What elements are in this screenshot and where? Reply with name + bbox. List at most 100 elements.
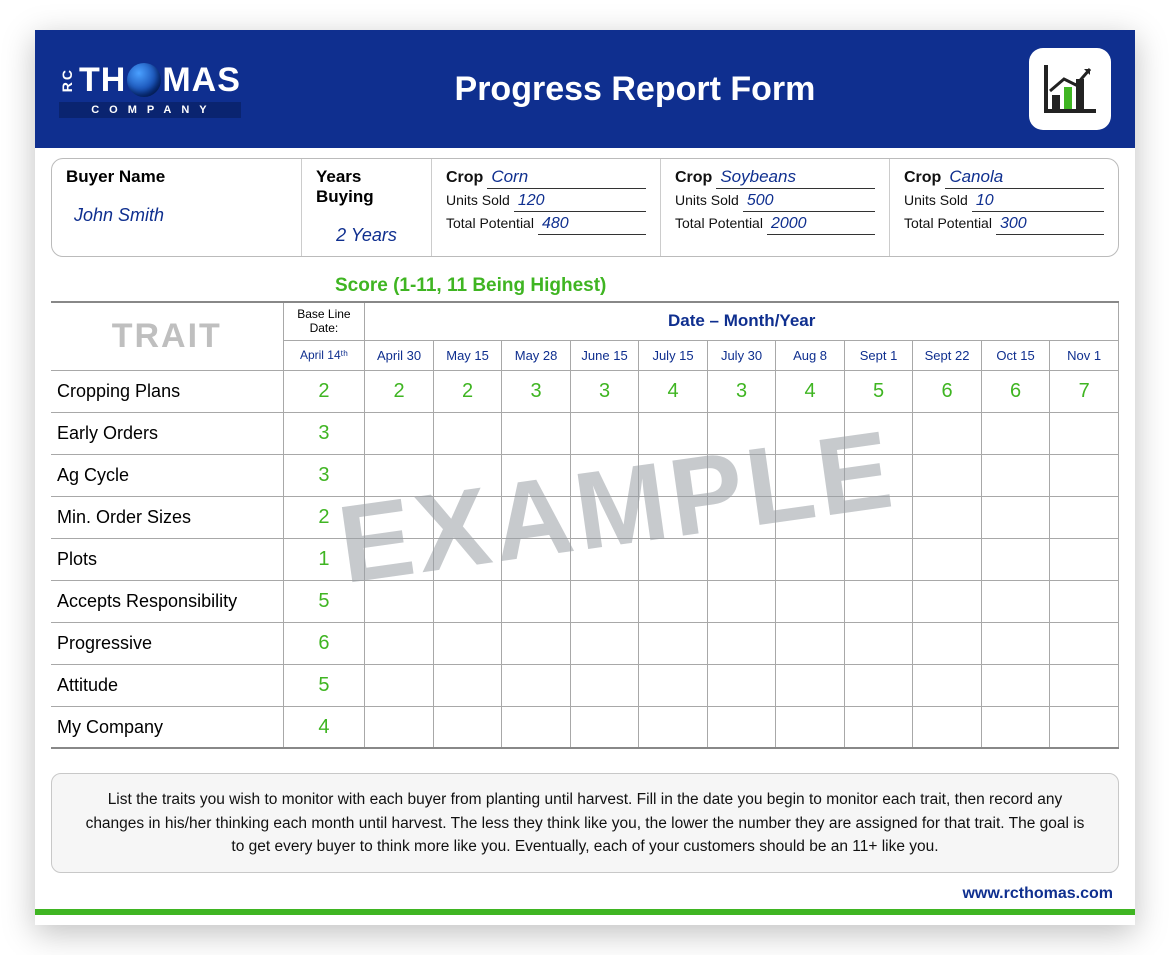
units-sold-value[interactable]: 10 (972, 192, 1104, 212)
score-cell[interactable] (844, 706, 913, 748)
score-cell[interactable]: 6 (913, 370, 982, 412)
score-cell[interactable]: 7 (1050, 370, 1119, 412)
score-cell[interactable] (913, 538, 982, 580)
score-cell[interactable] (365, 412, 434, 454)
score-cell[interactable] (707, 664, 776, 706)
baseline-score-cell[interactable]: 3 (283, 412, 365, 454)
score-cell[interactable] (433, 664, 502, 706)
score-cell[interactable] (365, 538, 434, 580)
score-cell[interactable] (776, 580, 845, 622)
score-cell[interactable] (639, 412, 708, 454)
score-cell[interactable] (844, 622, 913, 664)
score-cell[interactable]: 2 (365, 370, 434, 412)
score-cell[interactable] (844, 538, 913, 580)
score-cell[interactable] (570, 496, 639, 538)
score-cell[interactable] (707, 706, 776, 748)
score-cell[interactable] (844, 496, 913, 538)
score-cell[interactable] (570, 664, 639, 706)
score-cell[interactable] (707, 412, 776, 454)
score-cell[interactable] (1050, 580, 1119, 622)
score-cell[interactable] (502, 496, 571, 538)
score-cell[interactable] (913, 580, 982, 622)
score-cell[interactable] (844, 580, 913, 622)
score-cell[interactable] (981, 412, 1050, 454)
score-cell[interactable] (570, 412, 639, 454)
crop-value[interactable]: Canola (945, 167, 1104, 189)
score-cell[interactable] (844, 454, 913, 496)
score-cell[interactable] (776, 454, 845, 496)
score-cell[interactable]: 4 (776, 370, 845, 412)
baseline-score-cell[interactable]: 5 (283, 580, 365, 622)
score-cell[interactable]: 6 (981, 370, 1050, 412)
baseline-score-cell[interactable]: 6 (283, 622, 365, 664)
score-cell[interactable] (433, 538, 502, 580)
score-cell[interactable] (502, 538, 571, 580)
score-cell[interactable] (913, 664, 982, 706)
score-cell[interactable] (433, 706, 502, 748)
score-cell[interactable] (981, 496, 1050, 538)
crop-value[interactable]: Corn (487, 167, 646, 189)
score-cell[interactable]: 2 (433, 370, 502, 412)
score-cell[interactable] (776, 538, 845, 580)
score-cell[interactable] (776, 706, 845, 748)
score-cell[interactable] (981, 664, 1050, 706)
score-cell[interactable] (981, 538, 1050, 580)
score-cell[interactable] (502, 412, 571, 454)
baseline-score-cell[interactable]: 1 (283, 538, 365, 580)
score-cell[interactable] (433, 412, 502, 454)
score-cell[interactable] (639, 580, 708, 622)
score-cell[interactable] (1050, 412, 1119, 454)
score-cell[interactable] (639, 538, 708, 580)
baseline-score-cell[interactable]: 3 (283, 454, 365, 496)
score-cell[interactable] (707, 580, 776, 622)
score-cell[interactable] (365, 622, 434, 664)
years-buying-value[interactable]: 2 Years (316, 225, 417, 246)
score-cell[interactable] (1050, 706, 1119, 748)
score-cell[interactable] (365, 664, 434, 706)
total-potential-value[interactable]: 2000 (767, 215, 875, 235)
score-cell[interactable] (570, 580, 639, 622)
score-cell[interactable] (981, 454, 1050, 496)
baseline-score-cell[interactable]: 2 (283, 370, 365, 412)
score-cell[interactable]: 4 (639, 370, 708, 412)
total-potential-value[interactable]: 480 (538, 215, 646, 235)
score-cell[interactable] (433, 496, 502, 538)
score-cell[interactable] (1050, 664, 1119, 706)
score-cell[interactable] (639, 622, 708, 664)
score-cell[interactable] (707, 454, 776, 496)
score-cell[interactable] (913, 454, 982, 496)
footer-url[interactable]: www.rcthomas.com (35, 881, 1135, 909)
score-cell[interactable] (365, 496, 434, 538)
score-cell[interactable] (365, 580, 434, 622)
score-cell[interactable] (913, 412, 982, 454)
score-cell[interactable] (570, 538, 639, 580)
score-cell[interactable] (776, 496, 845, 538)
total-potential-value[interactable]: 300 (996, 215, 1104, 235)
score-cell[interactable] (981, 622, 1050, 664)
units-sold-value[interactable]: 500 (743, 192, 875, 212)
score-cell[interactable]: 3 (570, 370, 639, 412)
score-cell[interactable] (639, 496, 708, 538)
score-cell[interactable] (707, 538, 776, 580)
score-cell[interactable] (981, 580, 1050, 622)
score-cell[interactable] (913, 622, 982, 664)
score-cell[interactable] (639, 664, 708, 706)
score-cell[interactable] (433, 622, 502, 664)
score-cell[interactable] (502, 580, 571, 622)
score-cell[interactable] (570, 706, 639, 748)
score-cell[interactable] (913, 706, 982, 748)
score-cell[interactable] (570, 454, 639, 496)
score-cell[interactable] (776, 622, 845, 664)
score-cell[interactable] (433, 454, 502, 496)
baseline-score-cell[interactable]: 5 (283, 664, 365, 706)
crop-value[interactable]: Soybeans (716, 167, 875, 189)
score-cell[interactable] (502, 664, 571, 706)
score-cell[interactable] (570, 622, 639, 664)
buyer-name-value[interactable]: John Smith (66, 205, 287, 226)
score-cell[interactable]: 3 (502, 370, 571, 412)
score-cell[interactable]: 3 (707, 370, 776, 412)
score-cell[interactable] (776, 664, 845, 706)
score-cell[interactable] (433, 580, 502, 622)
score-cell[interactable] (1050, 454, 1119, 496)
score-cell[interactable] (1050, 496, 1119, 538)
